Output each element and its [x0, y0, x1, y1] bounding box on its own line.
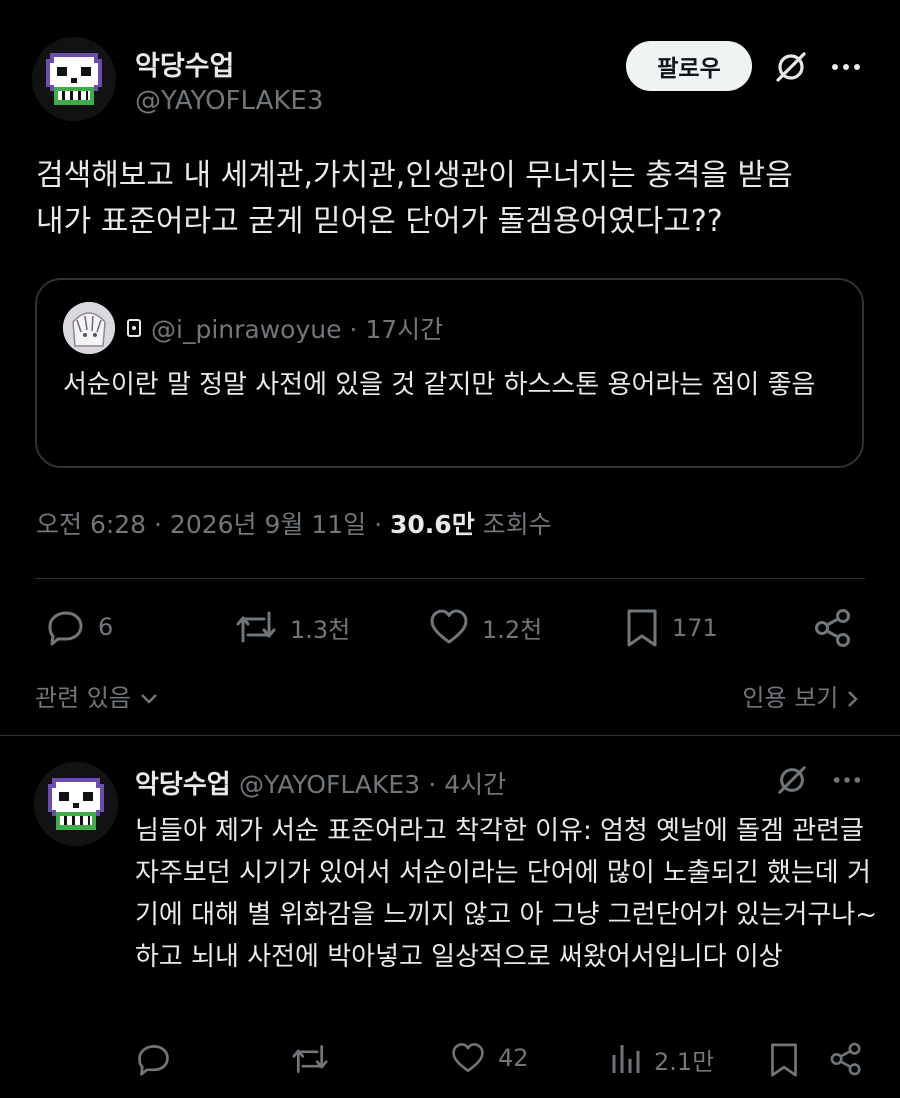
post-text-line: 검색해보고 내 세계관,가치관,인생관이 무너지는 충격을 받음	[36, 158, 793, 193]
pixel-skull-icon	[32, 37, 116, 121]
repost-button[interactable]: 1.3천	[234, 607, 350, 647]
reply-icon	[48, 611, 83, 646]
bookmark-count: 171	[672, 614, 718, 642]
reply-header: 악당수업 @YAYOFLAKE3 · 4시간	[135, 764, 506, 801]
verified-badge-icon	[127, 319, 141, 337]
chevron-down-icon	[140, 694, 157, 704]
chevron-right-icon	[848, 691, 858, 707]
more-options-icon[interactable]	[828, 52, 864, 82]
divider	[35, 578, 865, 579]
author-handle[interactable]: @YAYOFLAKE3	[135, 86, 323, 116]
pixel-skull-icon	[34, 762, 118, 846]
quoted-time: · 17시간	[349, 315, 444, 344]
reply-time[interactable]: · 4시간	[428, 770, 506, 799]
reply-count: 6	[98, 613, 114, 641]
view-quotes-link[interactable]: 인용 보기	[742, 678, 860, 713]
bookmark-icon	[771, 1043, 797, 1077]
reply-share-button[interactable]	[828, 1041, 864, 1077]
reply-like-count: 42	[498, 1044, 529, 1072]
heart-icon	[430, 609, 468, 644]
share-icon	[830, 1042, 861, 1076]
reply-views-button[interactable]: 2.1만	[610, 1041, 714, 1077]
quoted-author-handle: @i_pinrawoyue	[151, 315, 342, 344]
post-text-line: 내가 표준어라고 굳게 믿어온 단어가 돌겜용어였다고??	[36, 204, 723, 239]
more-options-icon[interactable]	[830, 766, 864, 794]
analytics-icon	[612, 1045, 640, 1073]
quoted-author-avatar	[63, 302, 115, 354]
views-count: 30.6만	[390, 510, 475, 539]
follow-button[interactable]: 팔로우	[626, 41, 752, 91]
author-name[interactable]: 악당수업	[135, 44, 234, 83]
heart-icon	[452, 1043, 484, 1073]
reply-text: 님들아 제가 서순 표준어라고 착각한 이유: 엄청 옛날에 돌겜 관련글 자주…	[135, 816, 878, 972]
post-timestamp: 오전 6:28 · 2026년 9월 11일 · 30.6만 조회수	[36, 505, 552, 541]
divider	[0, 735, 900, 736]
bookmark-icon	[627, 609, 657, 647]
reply-repost-button[interactable]	[290, 1041, 330, 1077]
quoted-meta: @i_pinrawoyue · 17시간	[151, 310, 443, 346]
grok-icon[interactable]	[772, 48, 810, 86]
share-icon	[815, 609, 850, 647]
grok-icon[interactable]	[774, 762, 810, 798]
post-text: 검색해보고 내 세계관,가치관,인생관이 무너지는 충격을 받음 내가 표준어라…	[36, 153, 876, 245]
repost-icon	[292, 1045, 328, 1073]
author-avatar[interactable]	[32, 37, 116, 121]
share-button[interactable]	[812, 607, 854, 649]
related-label: 관련 있음	[35, 684, 131, 712]
like-button[interactable]: 1.2천	[428, 607, 542, 647]
reply-author-handle[interactable]: @YAYOFLAKE3	[239, 770, 420, 799]
reply-button[interactable]: 6	[46, 607, 113, 647]
quotes-label: 인용 보기	[742, 684, 839, 712]
like-count: 1.2천	[482, 615, 543, 644]
bookmark-button[interactable]: 171	[624, 607, 718, 649]
reply-author-name[interactable]: 악당수업	[135, 770, 231, 800]
quoted-text: 서순이란 말 정말 사전에 있을 것 같지만 하스스톤 용어라는 점이 좋음	[63, 370, 816, 400]
reply-bookmark-button[interactable]	[768, 1041, 800, 1079]
reply-icon	[138, 1045, 169, 1076]
reply-like-button[interactable]: 42	[450, 1041, 529, 1075]
repost-count: 1.3천	[290, 615, 351, 644]
related-toggle[interactable]: 관련 있음	[35, 678, 159, 713]
reply-views-count: 2.1만	[654, 1047, 715, 1076]
reply-reply-button[interactable]	[136, 1041, 172, 1077]
timestamp-text: 오전 6:28 · 2026년 9월 11일 ·	[36, 510, 383, 539]
quoted-post[interactable]: @i_pinrawoyue · 17시간 서순이란 말 정말 사전에 있을 것 …	[35, 278, 864, 468]
reply-author-avatar[interactable]	[34, 762, 118, 846]
repost-icon	[236, 611, 276, 643]
views-label: 조회수	[482, 510, 552, 539]
